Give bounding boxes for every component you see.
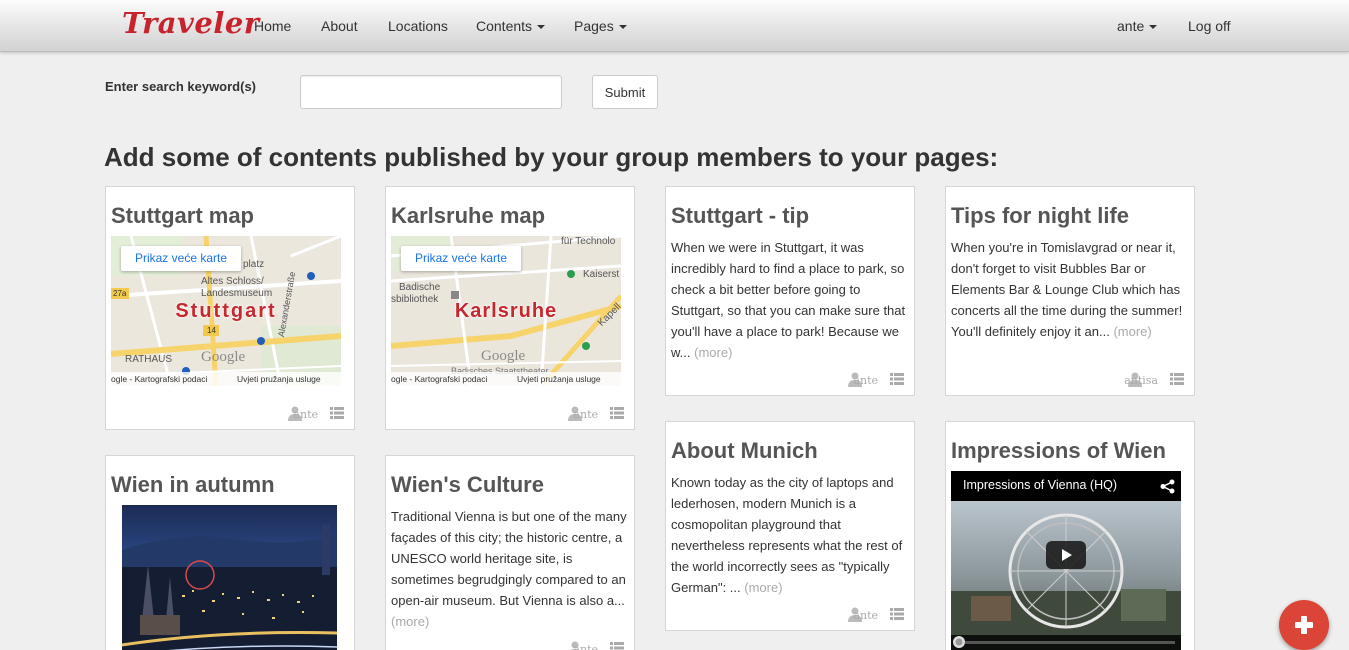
map-label: platz: [243, 259, 265, 270]
map-label: 27a: [113, 289, 127, 298]
content-card: Tips for night life When you're in Tomis…: [945, 186, 1195, 396]
author-name[interactable]: ante: [293, 408, 318, 421]
card-title: Impressions of Wien: [951, 438, 1166, 463]
share-icon[interactable]: [1160, 479, 1175, 494]
more-link[interactable]: more: [698, 345, 728, 360]
card-footer: antisa: [1064, 371, 1184, 389]
card-title: Tips for night life: [951, 203, 1130, 228]
card-excerpt: Traditional Vienna is but one of the man…: [391, 509, 627, 608]
plus-icon: [1295, 616, 1313, 634]
content-card: Karlsruhe map für Technolo Kaiserst Badi…: [385, 186, 635, 430]
nav-contents-label: Contents: [476, 18, 533, 34]
card-excerpt: When we were in Stuttgart, it was incred…: [671, 240, 906, 360]
navbar: Traveler Home About Locations Contents P…: [0, 0, 1349, 52]
content-card: Wien's Culture Traditional Vienna is but…: [385, 455, 635, 650]
card-title: Wien's Culture: [391, 472, 544, 497]
city-skyline: [122, 525, 337, 650]
content-card: About Munich Known today as the city of …: [665, 421, 915, 631]
larger-map-button[interactable]: Prikaz veće karte: [401, 246, 521, 271]
card-text: When you're in Tomislavgrad or near it, …: [951, 240, 1183, 339]
user-menu-dropdown[interactable]: ante: [1117, 18, 1158, 34]
video-title[interactable]: Impressions of Vienna (HQ): [963, 478, 1117, 492]
user-menu-label: ante: [1117, 18, 1145, 34]
google-logo: Google: [481, 348, 526, 364]
video-player[interactable]: Impressions of Vienna (HQ): [951, 471, 1181, 650]
map-terms-link[interactable]: Uvjeti pružanja usluge: [517, 372, 601, 386]
search-input[interactable]: [300, 75, 562, 109]
more-link[interactable]: more: [395, 614, 425, 629]
embedded-map[interactable]: für Technolo Kaiserst Badische sbiblioth…: [391, 236, 621, 386]
nav-home[interactable]: Home: [254, 18, 291, 34]
map-attribution: ogle - Kartografski podaci Uvjeti pružan…: [111, 372, 341, 386]
card-title: Karlsruhe map: [391, 203, 546, 228]
caret-down-icon: [618, 25, 627, 30]
map-terms-link[interactable]: Uvjeti pružanja usluge: [237, 372, 321, 386]
larger-map-button[interactable]: Prikaz veće karte: [121, 246, 241, 271]
map-data-link[interactable]: ogle - Kartografski podaci: [111, 372, 207, 386]
list-icon[interactable]: [610, 407, 624, 419]
caret-down-icon: [537, 25, 546, 30]
map-label: für Technolo: [561, 236, 616, 247]
content-card: Wien in autumn: [105, 455, 355, 650]
page-heading: Add some of contents published by your g…: [104, 142, 999, 172]
map-city-label: Karlsruhe: [454, 300, 558, 322]
google-logo: Google: [201, 349, 246, 365]
list-icon[interactable]: [330, 407, 344, 419]
nav-about[interactable]: About: [321, 18, 358, 34]
search-label: Enter search keyword(s): [105, 79, 257, 94]
map-city-label: Stuttgart: [175, 300, 277, 322]
author-name[interactable]: antisa: [1124, 374, 1158, 387]
list-icon[interactable]: [1170, 373, 1184, 385]
map-label: Badische: [399, 282, 441, 293]
nav-locations[interactable]: Locations: [388, 18, 448, 34]
author-name[interactable]: ante: [573, 643, 598, 650]
nav-pages-label: Pages: [574, 18, 614, 34]
content-card: Stuttgart - tip When we were in Stuttgar…: [665, 186, 915, 396]
card-footer: ante: [784, 371, 904, 389]
card-text: When we were in Stuttgart, it was incred…: [671, 240, 906, 360]
card-footer: ante: [504, 640, 624, 650]
caret-down-icon: [1149, 25, 1158, 30]
nav-pages-dropdown[interactable]: Pages: [574, 18, 627, 34]
vienna-night-photo: [122, 505, 337, 650]
content-card: Impressions of Wien Impressions of Vienn…: [945, 421, 1195, 650]
card-title: Wien in autumn: [111, 472, 275, 497]
map-attribution: ogle - Kartografski podaci Uvjeti pružan…: [391, 372, 621, 386]
map-label: 14: [207, 326, 216, 335]
list-icon[interactable]: [890, 373, 904, 385]
content-card: Stuttgart map platz Altes Schloss/ Lande…: [105, 186, 355, 430]
card-title: Stuttgart map: [111, 203, 254, 228]
brand-logo[interactable]: Traveler: [122, 6, 260, 40]
card-footer: ante: [224, 405, 344, 423]
more-link[interactable]: more: [1118, 324, 1148, 339]
map-label: RATHAUS: [125, 354, 173, 365]
card-text: Traditional Vienna is but one of the man…: [391, 509, 627, 629]
logoff-link[interactable]: Log off: [1188, 18, 1231, 34]
map-label: Landesmuseum: [201, 288, 273, 299]
submit-button[interactable]: Submit: [592, 75, 658, 109]
card-title: Stuttgart - tip: [671, 203, 810, 228]
map-label: Kaiserst: [583, 269, 620, 280]
card-footer: ante: [504, 405, 624, 423]
card-text: Known today as the city of laptops and l…: [671, 475, 903, 595]
author-name[interactable]: ante: [853, 374, 878, 387]
author-name[interactable]: ante: [853, 609, 878, 622]
card-footer: ante: [784, 606, 904, 624]
add-content-button[interactable]: [1279, 600, 1329, 650]
list-icon[interactable]: [610, 642, 624, 650]
list-icon[interactable]: [890, 608, 904, 620]
map-data-link[interactable]: ogle - Kartografski podaci: [391, 372, 487, 386]
more-link[interactable]: more: [749, 580, 779, 595]
author-name[interactable]: ante: [573, 408, 598, 421]
card-title: About Munich: [671, 438, 818, 463]
map-label: Altes Schloss/: [201, 276, 264, 287]
play-icon[interactable]: [1046, 541, 1086, 569]
embedded-map[interactable]: platz Altes Schloss/ Landesmuseum 27a 14…: [111, 236, 341, 386]
card-excerpt: Known today as the city of laptops and l…: [671, 475, 903, 595]
nav-contents-dropdown[interactable]: Contents: [476, 18, 546, 34]
